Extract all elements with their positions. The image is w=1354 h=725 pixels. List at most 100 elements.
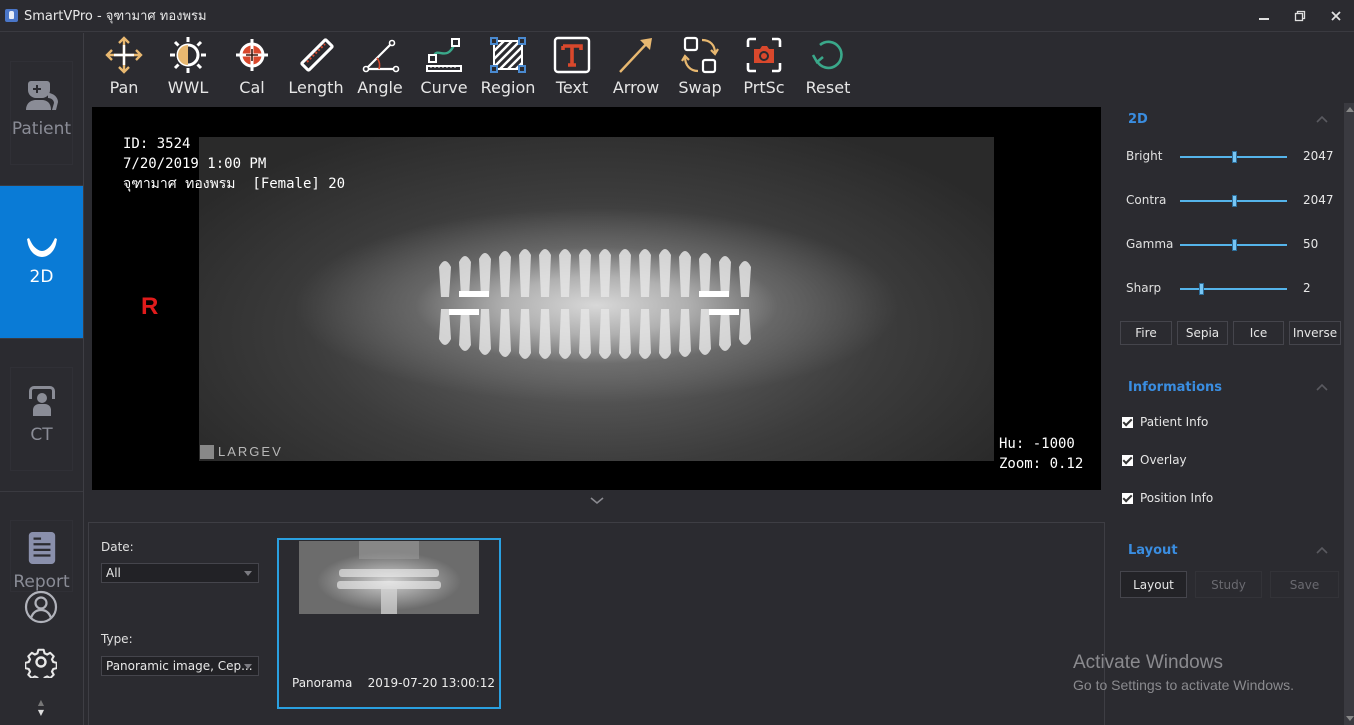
type-filter-label: Type: <box>101 632 133 646</box>
jaw-icon <box>26 238 57 257</box>
tool-label: Length <box>288 78 344 97</box>
collapse-informations-chevron-icon[interactable] <box>1316 383 1328 391</box>
slider-track[interactable] <box>1180 283 1287 295</box>
tool-length[interactable]: Length <box>284 33 348 103</box>
slider-knob[interactable] <box>1231 195 1237 207</box>
section-title-informations: Informations <box>1128 380 1223 395</box>
chevron-down-icon <box>244 571 252 576</box>
section-title-2d: 2D <box>1128 112 1148 127</box>
restore-icon <box>1294 10 1306 22</box>
slider-knob[interactable] <box>1231 239 1237 251</box>
nav-item-ct[interactable]: CT <box>0 339 83 491</box>
nav-label-2d: 2D <box>29 267 54 287</box>
nav-scroll-arrows[interactable]: ▲ ▼ <box>35 698 47 718</box>
text-icon <box>553 36 591 74</box>
filter-inverse-button[interactable]: Inverse <box>1289 321 1341 345</box>
scroll-up-icon[interactable] <box>1346 107 1354 112</box>
angle-icon <box>362 39 400 73</box>
thumbnail-caption: Panorama 2019-07-20 13:00:12 <box>292 676 495 690</box>
checkbox-checked-icon[interactable] <box>1122 454 1133 466</box>
save-button[interactable]: Save <box>1270 571 1339 598</box>
position-info-overlay: Hu: -1000 Zoom: 0.12 <box>999 434 1083 474</box>
slider-value: 2047 <box>1303 149 1334 163</box>
window-title: SmartVPro - จุฑามาศ ทองพรม <box>24 9 207 24</box>
study-thumbnail[interactable]: Panorama 2019-07-20 13:00:12 <box>277 538 501 709</box>
app-window: SmartVPro - จุฑามาศ ทองพรม Patient 2D CT… <box>0 0 1354 725</box>
tool-label: Region <box>480 78 536 97</box>
slider-knob[interactable] <box>1199 283 1205 295</box>
slider-contra[interactable]: Contra 2047 <box>1126 191 1336 211</box>
checkbox-patient-info[interactable]: Patient Info <box>1122 415 1208 429</box>
checkbox-position-info[interactable]: Position Info <box>1122 491 1213 505</box>
arrow-icon <box>619 38 652 73</box>
watermark-subtitle: Go to Settings to activate Windows. <box>1073 677 1294 693</box>
collapse-layout-chevron-icon[interactable] <box>1316 546 1328 554</box>
tool-swap[interactable]: Swap <box>668 33 732 103</box>
slider-knob[interactable] <box>1231 151 1237 163</box>
chevron-down-icon <box>244 664 252 669</box>
checkbox-overlay[interactable]: Overlay <box>1122 453 1187 467</box>
slider-value: 2047 <box>1303 193 1334 207</box>
vendor-logo-icon <box>200 444 214 459</box>
close-button[interactable] <box>1318 0 1354 32</box>
study-button[interactable]: Study <box>1195 571 1262 598</box>
slider-sharp[interactable]: Sharp 2 <box>1126 279 1336 299</box>
tool-label: Swap <box>678 78 722 97</box>
ruler-icon <box>300 38 334 72</box>
hu-readout: Hu: -1000 <box>999 436 1075 452</box>
tool-wwl[interactable]: WWL <box>156 33 220 103</box>
tool-label: Arrow <box>612 78 660 97</box>
slider-gamma[interactable]: Gamma 50 <box>1126 235 1336 255</box>
slider-value: 50 <box>1303 237 1319 251</box>
tool-angle[interactable]: Angle <box>348 33 412 103</box>
thumbnail-datetime: 2019-07-20 13:00:12 <box>367 676 496 690</box>
study-browser: Date: All Type: Panoramic image, Cep... <box>88 522 1105 725</box>
thumbnail-image <box>299 541 479 614</box>
tool-region[interactable]: Region <box>476 33 540 103</box>
study-datetime-text: 7/20/2019 1:00 PM <box>123 156 267 172</box>
filter-sepia-button[interactable]: Sepia <box>1177 321 1228 345</box>
tool-pan[interactable]: Pan <box>92 33 156 103</box>
collapse-panel-chevron-icon[interactable] <box>588 494 606 508</box>
filter-fire-button[interactable]: Fire <box>1120 321 1172 345</box>
nav-item-report[interactable]: Report <box>0 492 83 592</box>
settings-button[interactable] <box>22 643 60 681</box>
slider-track[interactable] <box>1180 239 1287 251</box>
slider-track[interactable] <box>1180 151 1287 163</box>
right-panel-scrollbar[interactable] <box>1344 103 1354 725</box>
checkbox-checked-icon[interactable] <box>1122 492 1133 504</box>
pan-icon <box>105 36 143 74</box>
type-filter-select[interactable]: Panoramic image, Cep... <box>101 656 259 676</box>
layout-button[interactable]: Layout <box>1120 571 1187 598</box>
screenshot-icon <box>746 37 782 73</box>
restore-button[interactable] <box>1282 0 1318 32</box>
tool-curve[interactable]: Curve <box>412 33 476 103</box>
scroll-down-icon[interactable] <box>1346 716 1354 721</box>
slider-bright[interactable]: Bright 2047 <box>1126 147 1336 167</box>
minimize-icon <box>1259 18 1269 20</box>
checkbox-checked-icon[interactable] <box>1122 416 1133 428</box>
nav-item-2d[interactable]: 2D <box>0 186 83 338</box>
tool-label: Pan <box>109 78 139 97</box>
tool-arrow[interactable]: Arrow <box>604 33 668 103</box>
tool-text[interactable]: Text <box>540 33 604 103</box>
tool-label: Curve <box>420 78 468 97</box>
filter-ice-button[interactable]: Ice <box>1233 321 1284 345</box>
patient-info-overlay: ID: 3524 7/20/2019 1:00 PM จุฑามาศ ทองพรม … <box>123 134 345 194</box>
slider-track[interactable] <box>1180 195 1287 207</box>
zoom-readout: Zoom: 0.12 <box>999 456 1084 472</box>
date-filter-select[interactable]: All <box>101 563 259 583</box>
gear-icon <box>25 648 57 678</box>
nav-item-patient[interactable]: Patient <box>0 33 83 185</box>
minimize-button[interactable] <box>1246 0 1282 32</box>
right-panel: 2D Bright 2047 Contra 2047 Gamma 50 Shar… <box>1110 103 1344 725</box>
user-icon <box>24 590 58 624</box>
image-viewer[interactable]: ID: 3524 7/20/2019 1:00 PM จุฑามาศ ทองพรม … <box>92 107 1101 490</box>
tool-reset[interactable]: Reset <box>796 33 860 103</box>
tool-label: WWL <box>167 78 209 97</box>
tool-prtsc[interactable]: PrtSc <box>732 33 796 103</box>
tool-cal[interactable]: Cal <box>220 33 284 103</box>
user-profile-button[interactable] <box>22 588 60 626</box>
collapse-2d-chevron-icon[interactable] <box>1316 115 1328 123</box>
swap-icon <box>681 36 719 74</box>
